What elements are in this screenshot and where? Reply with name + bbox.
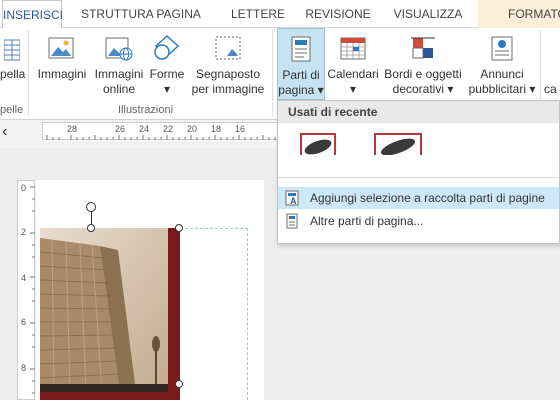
table-button-label: pella	[0, 67, 26, 81]
immagini-button[interactable]: Immagini	[34, 28, 90, 104]
resize-handle[interactable]	[87, 224, 95, 232]
altre-parti-menu-item[interactable]: Altre parti di pagina...	[278, 210, 559, 232]
building-photo-image	[40, 228, 168, 392]
collapse-chevron-icon[interactable]: ‹	[2, 124, 7, 140]
ribbon-tabs: INSERISCI STRUTTURA PAGINA LETTERE REVIS…	[0, 0, 560, 29]
calendari-label: Calendari ▾	[327, 67, 379, 96]
parti-label: Parti di pagina ▾	[278, 68, 324, 97]
bordi-label: Bordi e oggetti decorativi ▾	[384, 67, 462, 96]
recent-page-part-thumbnail[interactable]	[300, 133, 336, 155]
ruler-label: 28	[67, 124, 78, 134]
thumbnail-image	[304, 139, 332, 155]
annunci-pubblicitari-button[interactable]: Annunci pubblicitari ▾	[467, 28, 537, 104]
group-separator	[272, 30, 273, 116]
aggiungi-selezione-menu-item[interactable]: A Aggiungi selezione a raccolta parti di…	[278, 187, 559, 209]
building-picture[interactable]	[40, 228, 168, 392]
immagini-online-button[interactable]: Immagini online	[92, 28, 146, 104]
resize-handle[interactable]	[175, 380, 183, 388]
ruler-label: 22	[163, 124, 174, 134]
menu-separator	[278, 177, 559, 178]
group-label-tabelle: pelle	[0, 104, 24, 116]
page-parts-icon	[291, 36, 311, 62]
cut-off-label: ca	[544, 82, 557, 96]
shapes-icon	[154, 34, 180, 60]
add-to-gallery-icon: A	[285, 190, 299, 206]
borders-accents-icon	[411, 37, 435, 59]
vertical-ruler[interactable]: 0 2 4 6 8	[17, 180, 35, 400]
rotation-handle[interactable]	[86, 202, 96, 212]
ruler-label: 0	[21, 183, 27, 193]
group-separator	[28, 30, 29, 116]
table-button[interactable]: pella	[0, 28, 26, 104]
calendar-icon	[340, 37, 366, 60]
picture-icon	[48, 37, 74, 59]
ruler-label: 16	[235, 124, 246, 134]
cut-off-button[interactable]: ca	[544, 28, 560, 104]
parti-di-pagina-button[interactable]: Parti di pagina ▾	[277, 28, 325, 100]
ruler-label: 20	[187, 124, 198, 134]
recent-section-header: Usati di recente	[278, 101, 559, 123]
altre-parti-label: Altre parti di pagina...	[310, 214, 424, 228]
thumbnail-image	[380, 138, 416, 155]
segnaposto-immagine-button[interactable]: Segnaposto per immagine	[188, 28, 268, 104]
ruler-label: 26	[115, 124, 126, 134]
horizontal-ruler[interactable]: 28 26 24 22 20 18 16	[42, 122, 280, 140]
forme-label: Forme ▾	[149, 67, 185, 96]
online-picture-icon	[105, 37, 133, 61]
aggiungi-selezione-label: Aggiungi selezione a raccolta parti di p…	[310, 191, 545, 205]
horizontal-ruler-ticks	[46, 135, 276, 140]
tab-formato[interactable]: FORMATO	[478, 0, 560, 28]
page-parts-icon	[286, 213, 298, 229]
tab-visualizza[interactable]: VISUALIZZA	[382, 0, 474, 28]
tab-lettere[interactable]: LETTERE	[220, 0, 296, 28]
tab-inserisci[interactable]: INSERISCI	[2, 0, 63, 29]
group-label-illustrazioni: Illustrazioni	[118, 104, 174, 116]
ruler-label: 2	[21, 227, 27, 237]
ruler-label: 4	[21, 273, 27, 283]
annunci-label: Annunci pubblicitari ▾	[468, 67, 536, 96]
segnaposto-label: Segnaposto per immagine	[191, 67, 265, 96]
immagini-online-label: Immagini online	[94, 67, 144, 96]
recent-page-part-thumbnail[interactable]	[374, 133, 422, 155]
margin-guide	[180, 228, 248, 400]
calendari-button[interactable]: Calendari ▾	[326, 28, 380, 104]
tab-struttura-pagina[interactable]: STRUTTURA PAGINA	[70, 0, 212, 28]
resize-handle[interactable]	[175, 224, 183, 232]
ruler-label: 6	[21, 317, 27, 327]
ruler-label: 24	[139, 124, 150, 134]
advertisement-icon	[491, 36, 513, 61]
tab-revisione[interactable]: REVISIONE	[300, 0, 376, 28]
picture-placeholder-icon	[215, 36, 241, 60]
table-icon	[4, 39, 20, 61]
ruler-label: 18	[211, 124, 222, 134]
ruler-label: 8	[21, 363, 27, 373]
parti-di-pagina-dropdown: Usati di recente A Aggiungi selezione a …	[277, 100, 560, 244]
forme-button[interactable]: Forme ▾	[148, 28, 186, 104]
immagini-label: Immagini	[37, 67, 87, 81]
svg-text:A: A	[290, 196, 297, 206]
bordi-oggetti-decorativi-button[interactable]: Bordi e oggetti decorativi ▾	[381, 28, 465, 104]
